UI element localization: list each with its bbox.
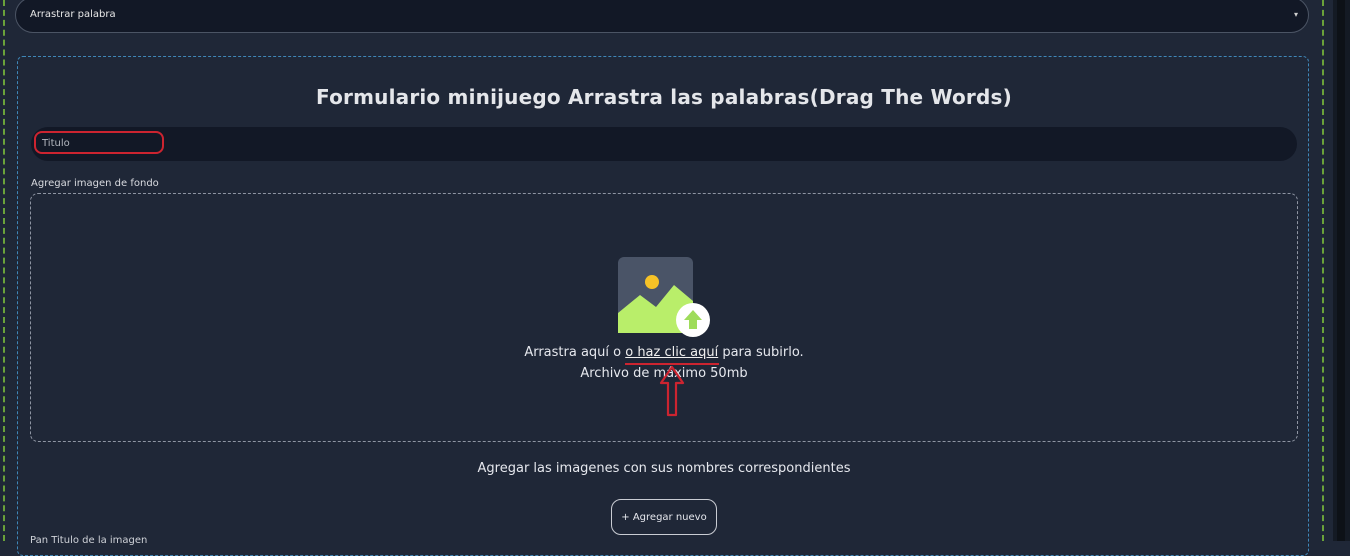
outer-dashed-border-left [3,0,5,541]
page-scrollbar[interactable] [1337,0,1345,541]
dropzone-text-after: para subirlo. [718,345,804,360]
caret-down-icon: ▾ [1293,10,1298,19]
game-type-select-value: Arrastrar palabra [30,9,116,20]
images-section-heading: Agregar las imagenes con sus nombres cor… [477,461,851,476]
background-image-label: Agregar imagen de fondo [31,178,159,189]
dropzone-click-link[interactable]: o haz clic aquí [625,345,718,360]
form-title: Formulario minijuego Arrastra las palabr… [316,85,1012,109]
image-upload-icon[interactable] [618,257,713,337]
title-input[interactable] [31,127,1297,161]
outer-dashed-border-right [1322,0,1324,541]
dropzone-instructions: Arrastra aquí o o haz clic aquí para sub… [0,345,1328,360]
dropzone-text-before: Arrastra aquí o [524,345,626,360]
title-input-placeholder: Titulo [42,138,70,149]
sun-shape [645,275,659,289]
game-type-select[interactable]: Arrastrar palabra ▾ [15,0,1309,33]
add-new-button[interactable]: + Agregar nuevo [611,499,717,535]
annotation-arrow-icon [659,365,685,417]
